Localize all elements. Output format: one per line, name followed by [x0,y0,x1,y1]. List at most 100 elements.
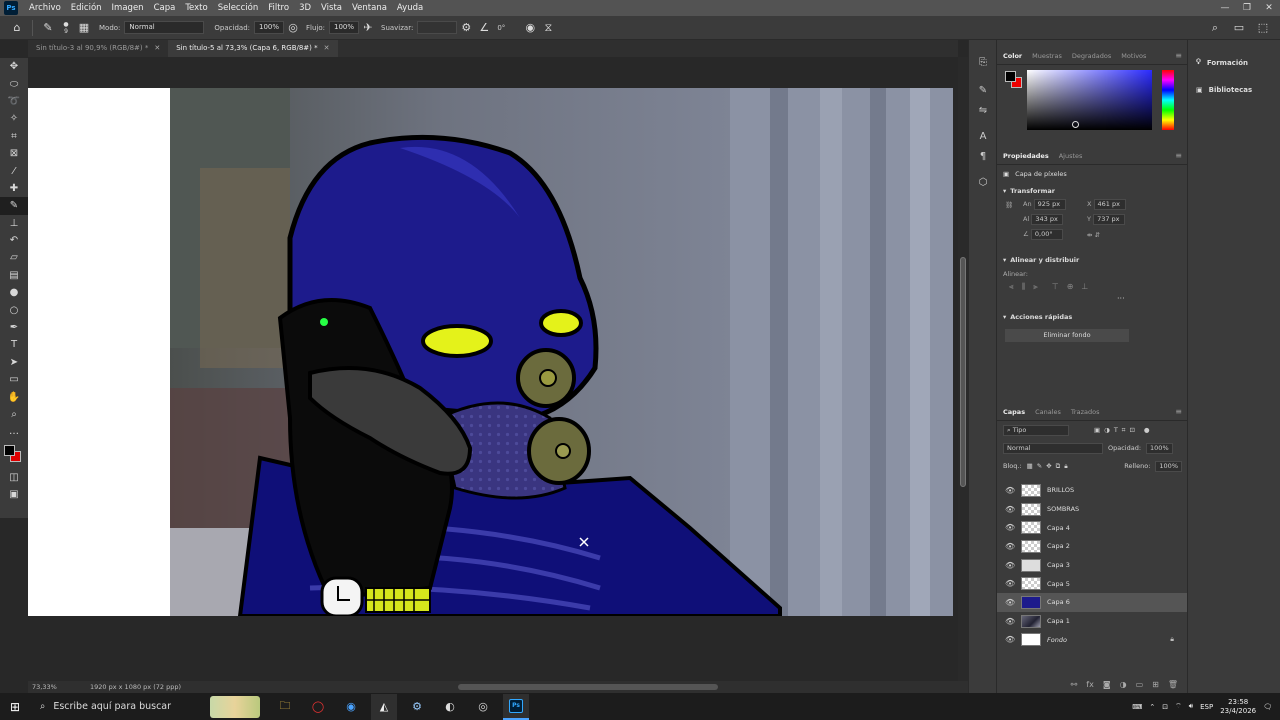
gear-icon[interactable]: ⚙ [457,19,475,37]
brush-preset-picker[interactable]: ● 9 [57,19,75,37]
tab-channels[interactable]: Canales [1035,408,1061,416]
layer-row-capa-4[interactable]: 👁︎ Capa 4 [997,518,1188,537]
link-icon[interactable]: ⛓ [1005,201,1019,209]
airbrush-icon[interactable]: ✈ [359,19,377,37]
menu-edicion[interactable]: Edición [66,3,107,13]
color-swatches[interactable] [0,441,28,469]
saturation-brightness-field[interactable] [1027,70,1152,130]
crop-tool-icon[interactable]: ⌗ [0,128,28,145]
foreground-color-swatch[interactable] [4,444,15,456]
align-right-icon[interactable]: ⫸ [1033,282,1038,292]
panel-menu-icon[interactable]: ≡ [1175,51,1182,60]
stamp-tool-icon[interactable]: ⊥ [0,215,28,232]
menu-imagen[interactable]: Imagen [107,3,149,13]
visibility-eye-icon[interactable]: 👁︎ [1005,523,1015,532]
notifications-icon[interactable]: 🗨︎ [1263,703,1272,711]
color-picker-ring[interactable] [1072,121,1079,128]
panel-menu-icon[interactable]: ≡ [1175,407,1182,416]
new-group-icon[interactable]: ▭ [1136,680,1144,689]
opera-icon[interactable]: ◯ [305,694,331,720]
tab-document-3[interactable]: Sin título-3 al 90,9% (RGB/8#) * ✕ [28,40,168,57]
foreground-swatch[interactable] [1005,71,1016,82]
tab-adjustments[interactable]: Ajustes [1059,152,1083,160]
libraries-item[interactable]: ▣ Bibliotecas [1188,76,1280,103]
width-field[interactable]: 925 px [1033,199,1066,210]
flip-vertical-icon[interactable]: ⇵ [1095,231,1100,239]
align-top-icon[interactable]: ⊤ [1052,282,1059,292]
new-layer-icon[interactable]: ⊞ [1152,680,1159,689]
marquee-tool-icon[interactable]: ⬭ [0,75,28,92]
volume-icon[interactable]: 🔊︎ [1189,702,1193,711]
3d-icon[interactable]: ⬡ [969,172,997,192]
close-icon[interactable]: ✕ [154,40,160,57]
visibility-eye-icon[interactable]: 👁︎ [1005,635,1015,644]
healing-tool-icon[interactable]: ✚ [0,180,28,197]
menu-vista[interactable]: Vista [316,3,347,13]
type-tool-icon[interactable]: T [0,336,28,353]
keyboard-icon[interactable]: ⌨ [1132,703,1142,711]
visibility-eye-icon[interactable]: 👁︎ [1005,561,1015,570]
layer-row-capa-1[interactable]: 👁︎ Capa 1 [997,612,1188,631]
layer-row-fondo[interactable]: 👁︎ Fondo 🔒︎ [997,631,1188,650]
move-tool-icon[interactable]: ✥ [0,58,28,75]
menu-archivo[interactable]: Archivo [24,3,66,13]
pressure-opacity-icon[interactable]: ◎ [284,19,302,37]
angle-value[interactable]: 0° [497,24,505,32]
history-icon[interactable]: ⎘ [969,52,997,72]
flip-horizontal-icon[interactable]: ⇹ [1087,231,1092,239]
layer-row-capa-5[interactable]: 👁︎ Capa 5 [997,574,1188,593]
filter-toggle-icon[interactable]: ● [1144,426,1150,434]
visibility-eye-icon[interactable]: 👁︎ [1005,486,1015,495]
visibility-eye-icon[interactable]: 👁︎ [1005,542,1015,551]
fg-bg-swatches[interactable] [1005,71,1025,91]
blend-mode-select[interactable]: Normal [1003,442,1103,454]
tab-swatches[interactable]: Muestras [1032,52,1062,60]
pressure-size-icon[interactable]: ◉ [521,19,539,37]
canvas-area[interactable] [28,57,958,681]
app-icon[interactable]: ◭ [371,693,397,720]
clock[interactable]: 23:58 23/4/2026 [1220,698,1256,716]
y-field[interactable]: 737 px [1093,214,1126,225]
menu-3d[interactable]: 3D [294,3,316,13]
epic-icon[interactable]: ◐ [437,694,463,720]
opacity-field[interactable]: 100% [254,21,284,34]
character-icon[interactable]: A [969,126,997,146]
menu-capa[interactable]: Capa [149,3,181,13]
steam-icon[interactable]: ⚙ [404,694,430,720]
minimize-icon[interactable]: — [1214,0,1236,16]
history-brush-tool-icon[interactable]: ↶ [0,232,28,249]
menu-filtro[interactable]: Filtro [263,3,294,13]
path-select-tool-icon[interactable]: ➤ [0,354,28,371]
pen-tool-icon[interactable]: ✒ [0,319,28,336]
horizontal-scrollbar[interactable] [458,684,718,690]
align-center-icon[interactable]: ⫼ [1022,282,1026,292]
windows-start-icon[interactable]: ⊞ [0,700,30,714]
layer-row-capa-3[interactable]: 👁︎ Capa 3 [997,556,1188,575]
menu-texto[interactable]: Texto [180,3,212,13]
more-tools-icon[interactable]: … [0,423,28,440]
dodge-tool-icon[interactable]: ○ [0,301,28,318]
transform-section-header[interactable]: ▾ Transformar [997,183,1188,199]
gradient-tool-icon[interactable]: ▤ [0,267,28,284]
menu-ventana[interactable]: Ventana [347,3,392,13]
tab-layers[interactable]: Capas [1003,408,1025,416]
layer-row-sombras[interactable]: 👁︎ SOMBRAS [997,500,1188,519]
adjust-icon[interactable]: ⇋ [969,100,997,120]
hand-tool-icon[interactable]: ✋ [0,388,28,405]
align-bottom-icon[interactable]: ⊥ [1081,282,1088,292]
brush-tool-icon[interactable]: ✎ [0,197,28,215]
panel-menu-icon[interactable]: ≡ [1175,151,1182,160]
tab-document-5[interactable]: Sin título-5 al 73,3% (Capa 6, RGB/8#) *… [168,40,338,57]
file-explorer-icon[interactable]: 🗀︎ [272,694,298,720]
scroll-thumb[interactable] [960,257,966,487]
share-icon[interactable]: ⬚ [1254,19,1272,37]
browser-icon[interactable]: ◉ [338,694,364,720]
layer-row-capa-2[interactable]: 👁︎ Capa 2 [997,537,1188,556]
document-info[interactable]: 1920 px x 1080 px (72 ppp) [90,683,181,691]
tab-patterns[interactable]: Motivos [1121,52,1146,60]
vertical-scrollbar[interactable] [958,57,968,681]
layer-opacity-field[interactable]: 100% [1146,442,1173,454]
wifi-icon[interactable]: ⌔ [1175,702,1182,711]
paragraph-icon[interactable]: ¶ [969,146,997,166]
mode-select[interactable]: Normal [124,21,205,34]
